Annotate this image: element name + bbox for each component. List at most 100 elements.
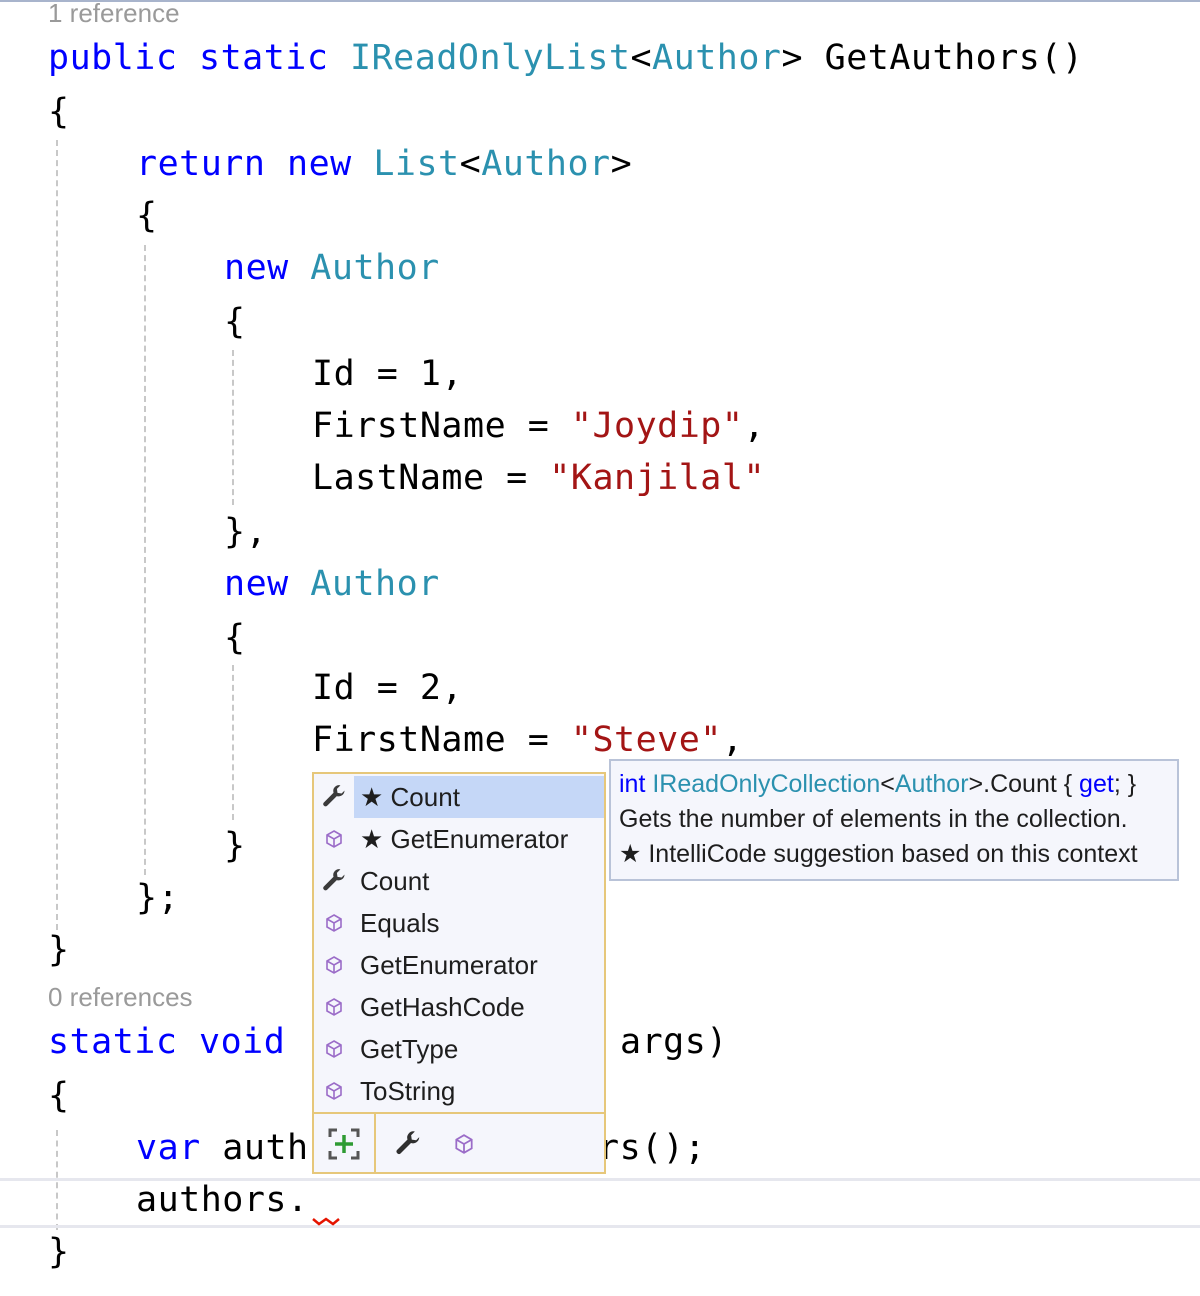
code-line[interactable]: } — [48, 1226, 70, 1278]
indent-guide — [56, 140, 58, 930]
method-name: GetAuthors() — [803, 38, 1084, 78]
identifier: auth — [222, 1128, 309, 1168]
keyword: get — [1079, 770, 1114, 798]
number: 2, — [419, 668, 464, 708]
indent-guide — [232, 350, 234, 505]
code-line[interactable]: { — [48, 86, 70, 138]
punct: , — [721, 720, 744, 760]
code-line-method-signature[interactable]: public static IReadOnlyList<Author> GetA… — [48, 32, 1084, 84]
error-squiggle — [312, 1217, 340, 1226]
type-name: Author — [310, 564, 440, 604]
code-fragment: rs(); — [598, 1128, 706, 1168]
code-line[interactable]: { — [48, 1070, 70, 1122]
property: Id — [312, 354, 356, 394]
code-line[interactable]: { — [224, 296, 246, 348]
keyword: new — [224, 248, 289, 288]
quick-info-tooltip: int IReadOnlyCollection<Author>.Count { … — [609, 759, 1179, 881]
code-fragment: args) — [620, 1022, 728, 1062]
code-line[interactable]: }; — [136, 872, 179, 924]
punct: > — [610, 144, 633, 184]
property: FirstName — [312, 406, 507, 446]
punct: < — [459, 144, 482, 184]
keyword: public — [48, 38, 178, 78]
operator: = — [506, 406, 571, 446]
type-name: IReadOnlyCollection — [652, 770, 881, 798]
property: FirstName — [312, 720, 507, 760]
operator: = — [506, 720, 571, 760]
punct: < — [630, 38, 653, 78]
code-line[interactable]: } — [224, 820, 246, 872]
code-line-return[interactable]: return new List<Author> — [136, 138, 632, 190]
operator: = — [355, 354, 420, 394]
type-name: List — [373, 144, 460, 184]
string-literal: "Steve" — [570, 720, 722, 760]
type-name: Author — [894, 770, 969, 798]
wrench-icon[interactable] — [388, 1124, 428, 1164]
code-line[interactable]: { — [136, 190, 158, 242]
completion-item[interactable]: ToString — [314, 1070, 604, 1112]
method-cube-icon — [314, 902, 354, 944]
completion-item[interactable]: Count — [314, 860, 604, 902]
method-cube-icon — [314, 1070, 354, 1112]
method-cube-icon — [314, 1028, 354, 1070]
keyword: void — [199, 1022, 286, 1062]
indent-guide — [232, 665, 234, 820]
type-name: IReadOnlyList — [350, 38, 631, 78]
operator: = — [484, 458, 550, 498]
codelens-references[interactable]: 0 references — [48, 982, 193, 1013]
method-cube-icon — [314, 944, 354, 986]
code-line[interactable]: { — [224, 612, 246, 664]
punct: ; } — [1113, 770, 1137, 798]
code-line-id[interactable]: Id = 2, — [312, 662, 463, 714]
code-line-lastname[interactable]: LastName = "Kanjilal" — [312, 452, 765, 504]
code-line-firstname[interactable]: FirstName = "Joydip", — [312, 400, 765, 452]
wrench-icon — [314, 776, 354, 818]
completion-item-label: ToString — [360, 1076, 456, 1106]
add-bracket-icon[interactable] — [324, 1124, 364, 1164]
property: LastName — [312, 458, 485, 498]
code-line-main-signature[interactable]: static void — [48, 1016, 285, 1068]
string-literal: "Kanjilal" — [549, 458, 766, 498]
code-line-new-author[interactable]: new Author — [224, 558, 440, 610]
punct: < — [880, 770, 895, 798]
method-cube-icon — [314, 818, 354, 860]
completion-item-label: GetType — [360, 1034, 459, 1064]
completion-item-label: ★ Count — [354, 776, 604, 818]
code-line-var-authors[interactable]: var auth — [136, 1122, 309, 1174]
keyword: new — [287, 144, 352, 184]
completion-item[interactable]: GetEnumerator — [314, 944, 604, 986]
divider — [374, 1114, 376, 1174]
code-line[interactable]: }, — [224, 506, 267, 558]
completion-list[interactable]: ★ Count ★ GetEnumerator Count Equals Get… — [312, 772, 606, 1174]
completion-item[interactable]: Equals — [314, 902, 604, 944]
keyword: static — [48, 1022, 178, 1062]
type-name: Author — [481, 144, 611, 184]
keyword: int — [619, 770, 646, 798]
string-literal: "Joydip" — [570, 406, 744, 446]
completion-item-label: Count — [360, 866, 430, 896]
operator: = — [355, 668, 420, 708]
code-line-new-author[interactable]: new Author — [224, 242, 440, 294]
keyword: new — [224, 564, 289, 604]
method-cube-icon — [314, 986, 354, 1028]
method-cube-icon[interactable] — [444, 1124, 484, 1164]
number: 1, — [419, 354, 464, 394]
completion-item-label: ★ GetEnumerator — [360, 824, 569, 854]
tooltip-description: Gets the number of elements in the colle… — [619, 805, 1128, 833]
type-name: Author — [652, 38, 782, 78]
completion-item[interactable]: GetHashCode — [314, 986, 604, 1028]
code-line-id[interactable]: Id = 1, — [312, 348, 463, 400]
completion-item[interactable]: GetType — [314, 1028, 604, 1070]
tooltip-intellicode-note: ★ IntelliCode suggestion based on this c… — [619, 840, 1138, 868]
code-line-current[interactable]: authors. — [136, 1174, 309, 1226]
completion-item[interactable]: ★ GetEnumerator — [314, 818, 604, 860]
punct: > — [781, 38, 804, 78]
completion-item-label: Equals — [360, 908, 440, 938]
codelens-references[interactable]: 1 reference — [48, 0, 180, 29]
code-line[interactable]: } — [48, 924, 70, 976]
type-name: Author — [310, 248, 440, 288]
completion-filter-bar — [314, 1112, 604, 1174]
editor-top-border — [0, 0, 1200, 2]
keyword: static — [199, 38, 329, 78]
completion-item[interactable]: ★ Count — [314, 776, 604, 818]
